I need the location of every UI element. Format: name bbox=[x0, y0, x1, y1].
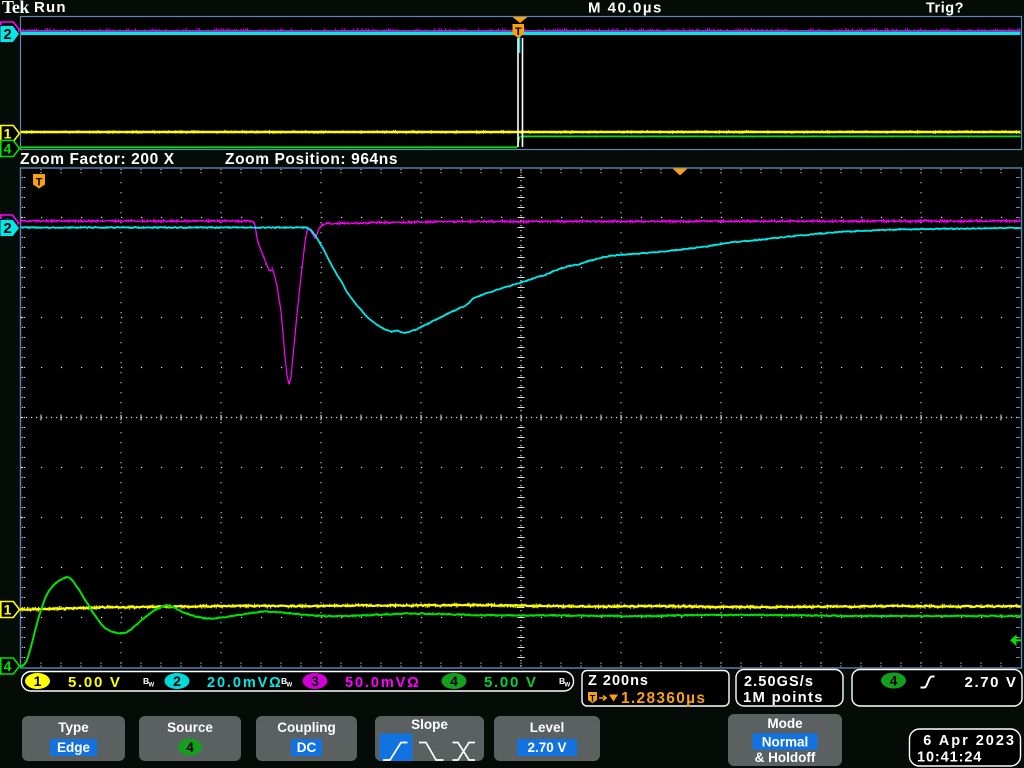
svg-text:1: 1 bbox=[34, 673, 42, 689]
svg-text:T: T bbox=[36, 177, 43, 189]
svg-text:2: 2 bbox=[173, 673, 181, 689]
svg-text:1.28360µs: 1.28360µs bbox=[621, 690, 706, 707]
svg-text:Coupling: Coupling bbox=[277, 720, 335, 735]
svg-text:1: 1 bbox=[4, 126, 12, 142]
svg-text:Mode: Mode bbox=[767, 716, 803, 731]
svg-text:Source: Source bbox=[167, 720, 213, 735]
svg-text:5.00 V: 5.00 V bbox=[68, 674, 122, 691]
svg-text:1M points: 1M points bbox=[743, 690, 824, 706]
svg-text:2.50GS/s: 2.50GS/s bbox=[744, 674, 814, 690]
svg-text:Edge: Edge bbox=[57, 740, 90, 755]
svg-text:4: 4 bbox=[4, 658, 12, 674]
svg-text:4: 4 bbox=[890, 673, 898, 689]
svg-text:DC: DC bbox=[297, 740, 317, 755]
svg-text:W: W bbox=[287, 683, 293, 689]
svg-text:3: 3 bbox=[311, 673, 319, 689]
svg-text:Run: Run bbox=[34, 0, 67, 16]
svg-text:4: 4 bbox=[4, 141, 12, 157]
svg-text:Slope: Slope bbox=[411, 717, 448, 732]
svg-text:50.0mVΩ: 50.0mVΩ bbox=[345, 675, 421, 691]
svg-text:10:41:24: 10:41:24 bbox=[917, 750, 982, 766]
svg-text:Tek: Tek bbox=[2, 0, 29, 17]
svg-text:W: W bbox=[565, 683, 571, 689]
svg-text:4: 4 bbox=[450, 673, 458, 689]
svg-text:M 40.0µs: M 40.0µs bbox=[588, 0, 663, 17]
svg-text:5.00 V: 5.00 V bbox=[484, 674, 538, 691]
svg-text:2: 2 bbox=[3, 26, 11, 43]
svg-text:Level: Level bbox=[530, 720, 565, 735]
svg-text:6 Apr 2023: 6 Apr 2023 bbox=[923, 733, 1016, 749]
svg-text:2.70 V: 2.70 V bbox=[527, 740, 566, 755]
svg-text:Type: Type bbox=[58, 720, 89, 735]
svg-text:4: 4 bbox=[186, 740, 194, 755]
svg-text:T: T bbox=[590, 694, 596, 704]
svg-text:T: T bbox=[515, 26, 522, 38]
svg-text:1: 1 bbox=[4, 602, 12, 618]
svg-text:20.0mVΩ: 20.0mVΩ bbox=[207, 675, 283, 691]
svg-text:Zoom Factor: 200 X: Zoom Factor: 200 X bbox=[20, 151, 175, 168]
svg-text:Normal: Normal bbox=[762, 735, 809, 750]
svg-text:Trig?: Trig? bbox=[926, 1, 964, 17]
svg-text:& Holdoff: & Holdoff bbox=[755, 750, 816, 765]
svg-text:W: W bbox=[149, 683, 155, 689]
svg-text:Zoom Position: 964ns: Zoom Position: 964ns bbox=[225, 151, 398, 168]
svg-text:Z 200ns: Z 200ns bbox=[588, 673, 649, 689]
svg-text:2.70 V: 2.70 V bbox=[965, 674, 1018, 691]
svg-text:2: 2 bbox=[3, 220, 11, 237]
